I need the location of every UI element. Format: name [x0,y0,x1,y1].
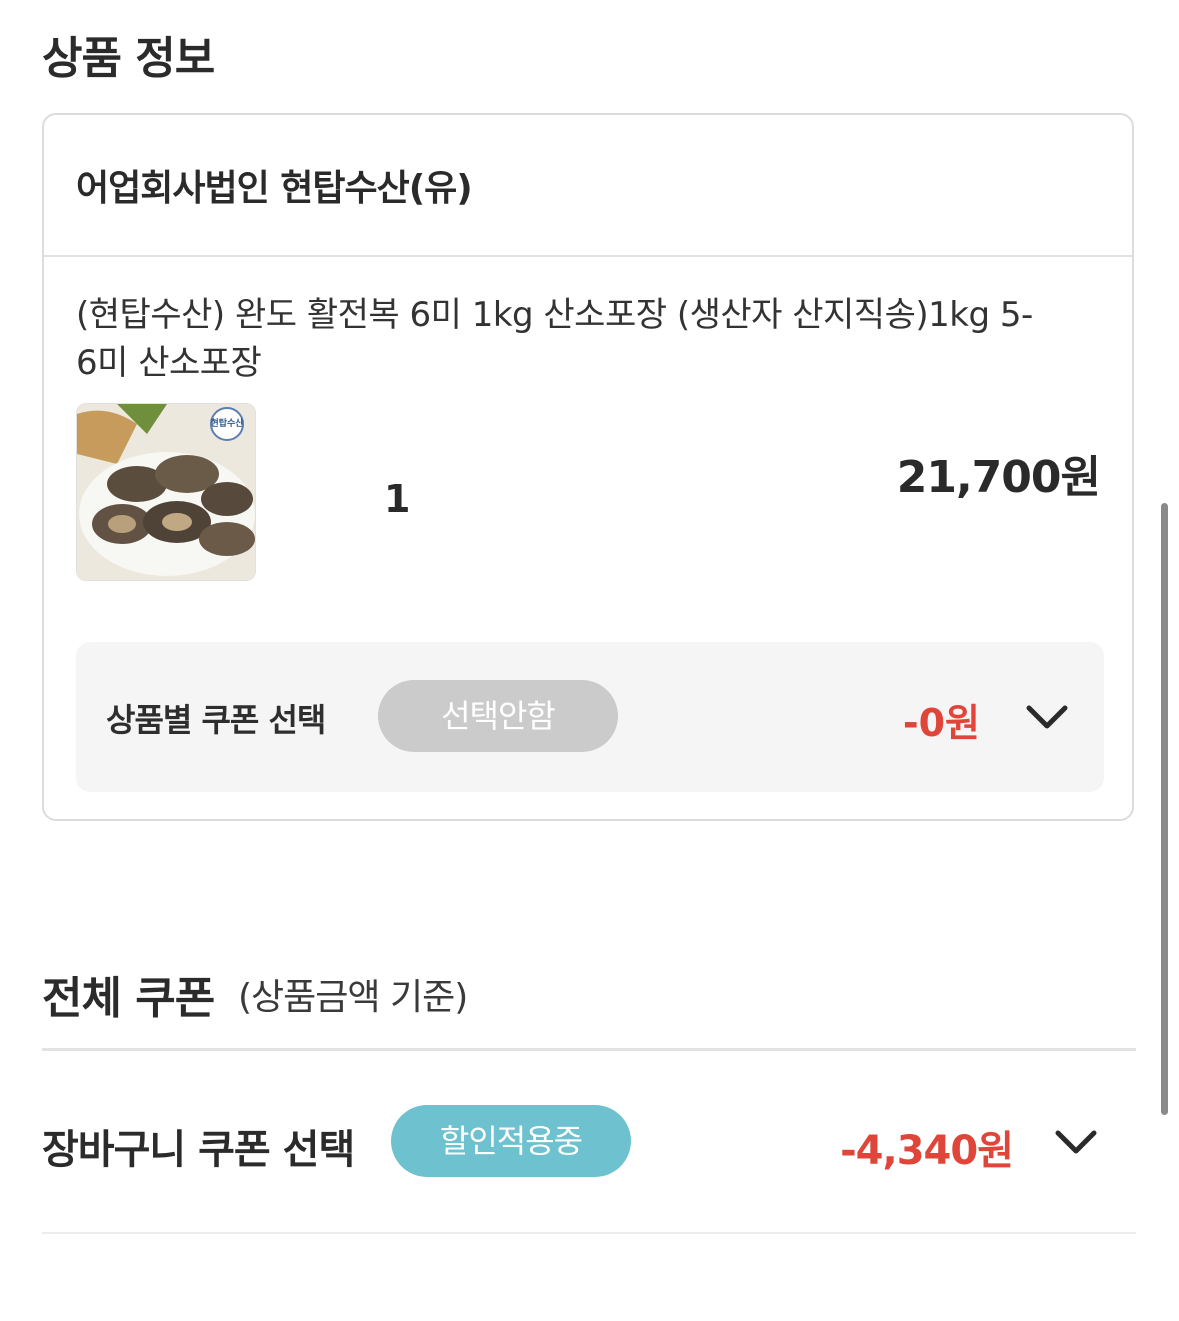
order-coupon-page: 상품 정보 어업회사법인 현탑수산(유) (현탑수산) 완도 활전복 6미 1k… [0,0,1179,1321]
product-coupon-selector[interactable]: 상품별 쿠폰 선택 선택안함 -0원 [76,642,1104,792]
product-card: 어업회사법인 현탑수산(유) (현탑수산) 완도 활전복 6미 1kg 산소포장… [42,113,1134,821]
discount-applied-badge[interactable]: 할인적용중 [391,1105,631,1177]
product-price: 21,700원 [896,452,1101,503]
coupon-selection-pill[interactable]: 선택안함 [378,680,618,752]
product-coupon-discount: -0원 [902,701,980,745]
cart-coupon-label[interactable]: 장바구니 쿠폰 선택 [42,1117,355,1175]
product-thumbnail: 현탑수산 [76,403,256,581]
thumbnail-logo-text: 현탑수산 [210,419,244,429]
product-info-title: 상품 정보 [42,33,215,84]
product-coupon-label: 상품별 쿠폰 선택 [106,701,326,739]
quantity-value: 1 [384,477,411,521]
cart-coupon-discount: -4,340원 [840,1128,1014,1174]
all-coupon-subtitle: (상품금액 기준) [238,977,468,1018]
card-divider [44,255,1132,257]
section-divider [42,1048,1136,1051]
seller-name: 어업회사법인 현탑수산(유) [76,168,473,209]
all-coupon-title: 전체 쿠폰 [42,973,215,1024]
chevron-down-icon[interactable] [1024,702,1070,732]
bottom-divider [42,1232,1136,1234]
product-name: (현탑수산) 완도 활전복 6미 1kg 산소포장 (생산자 산지직송)1kg … [76,295,1033,383]
abalone-image [77,404,255,580]
scrollbar[interactable] [1161,503,1168,1115]
chevron-down-icon[interactable] [1053,1127,1099,1157]
